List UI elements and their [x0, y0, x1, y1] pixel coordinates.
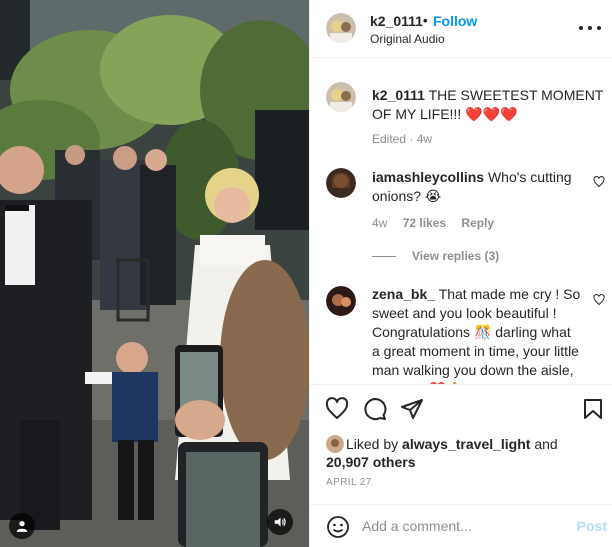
user-tag-icon [16, 521, 28, 532]
more-dots-icon [579, 26, 583, 30]
comment-username[interactable]: zena_bk_ [372, 286, 435, 302]
heart-outline-icon[interactable] [325, 397, 349, 421]
comment-time: 4w [372, 216, 388, 230]
liker-avatar[interactable] [326, 435, 344, 453]
post-media-video[interactable] [0, 0, 309, 547]
comment-like-icon[interactable] [593, 176, 605, 188]
likes-conjunction: and [534, 436, 558, 452]
separator-dot: • [423, 13, 428, 28]
post-comment-button[interactable]: Post [577, 518, 607, 534]
user-tag-button[interactable] [9, 513, 35, 539]
post-header: k2_0111 • Follow Original Audio [310, 0, 612, 58]
add-comment-input[interactable] [362, 516, 562, 536]
view-replies-label: View replies (3) [412, 249, 500, 263]
wedding-scene-image [0, 0, 309, 547]
comment-text: zena_bk_ That made me cry ! So sweet and… [372, 285, 582, 384]
commenter-avatar[interactable] [326, 286, 356, 316]
post-panel: k2_0111 • Follow Original Audio k2_0111 … [309, 0, 612, 547]
comments-list[interactable]: k2_0111 THE SWEETEST MOMENT OF MY LIFE!!… [310, 58, 612, 384]
comment-text: iamashleycollins Who's cutting onions? 😭 [372, 168, 582, 206]
commenter-avatar[interactable] [326, 168, 356, 198]
smiley-face-icon[interactable] [326, 515, 350, 539]
replies-divider [372, 255, 396, 257]
profile-avatar-icon [326, 435, 344, 453]
likes-text: Liked by always_travel_light and [346, 435, 606, 454]
author-avatar[interactable] [326, 13, 356, 43]
reply-button[interactable]: Reply [461, 216, 494, 230]
caption-username[interactable]: k2_0111 [372, 87, 425, 103]
post-date[interactable]: APRIL 27 [326, 477, 372, 488]
post-actions: Liked by always_travel_light and 20,907 … [310, 384, 612, 504]
comment-like-icon[interactable] [593, 294, 605, 306]
author-username[interactable]: k2_0111 [370, 13, 423, 29]
more-options-button[interactable] [579, 18, 601, 38]
liked-by-prefix: Liked by [346, 436, 399, 452]
comment-meta: 4w 72 likes Reply [372, 216, 494, 230]
comment-username[interactable]: iamashleycollins [372, 169, 484, 185]
paper-plane-icon[interactable] [400, 397, 424, 421]
profile-avatar-icon [326, 82, 356, 112]
profile-avatar-icon [326, 168, 356, 198]
likes-count[interactable]: 20,907 others [326, 453, 416, 472]
caption-avatar[interactable] [326, 82, 356, 112]
add-comment-bar: Post [310, 504, 612, 547]
follow-button[interactable]: Follow [433, 13, 477, 29]
profile-avatar-icon [326, 286, 356, 316]
more-dot [588, 26, 592, 30]
profile-avatar-icon [326, 13, 356, 43]
caption-meta: Edited · 4w [372, 132, 433, 146]
comment-likes[interactable]: 72 likes [403, 216, 446, 230]
view-replies-button[interactable]: View replies (3) [372, 249, 499, 263]
speaker-icon [274, 517, 286, 527]
audio-link[interactable]: Original Audio [370, 32, 445, 46]
liker-username[interactable]: always_travel_light [402, 436, 530, 452]
caption-text: k2_0111 THE SWEETEST MOMENT OF MY LIFE!!… [372, 86, 604, 124]
more-dot [597, 26, 601, 30]
speech-bubble-icon[interactable] [363, 397, 387, 421]
sound-toggle-button[interactable] [267, 509, 293, 535]
bookmark-icon[interactable] [581, 397, 605, 421]
